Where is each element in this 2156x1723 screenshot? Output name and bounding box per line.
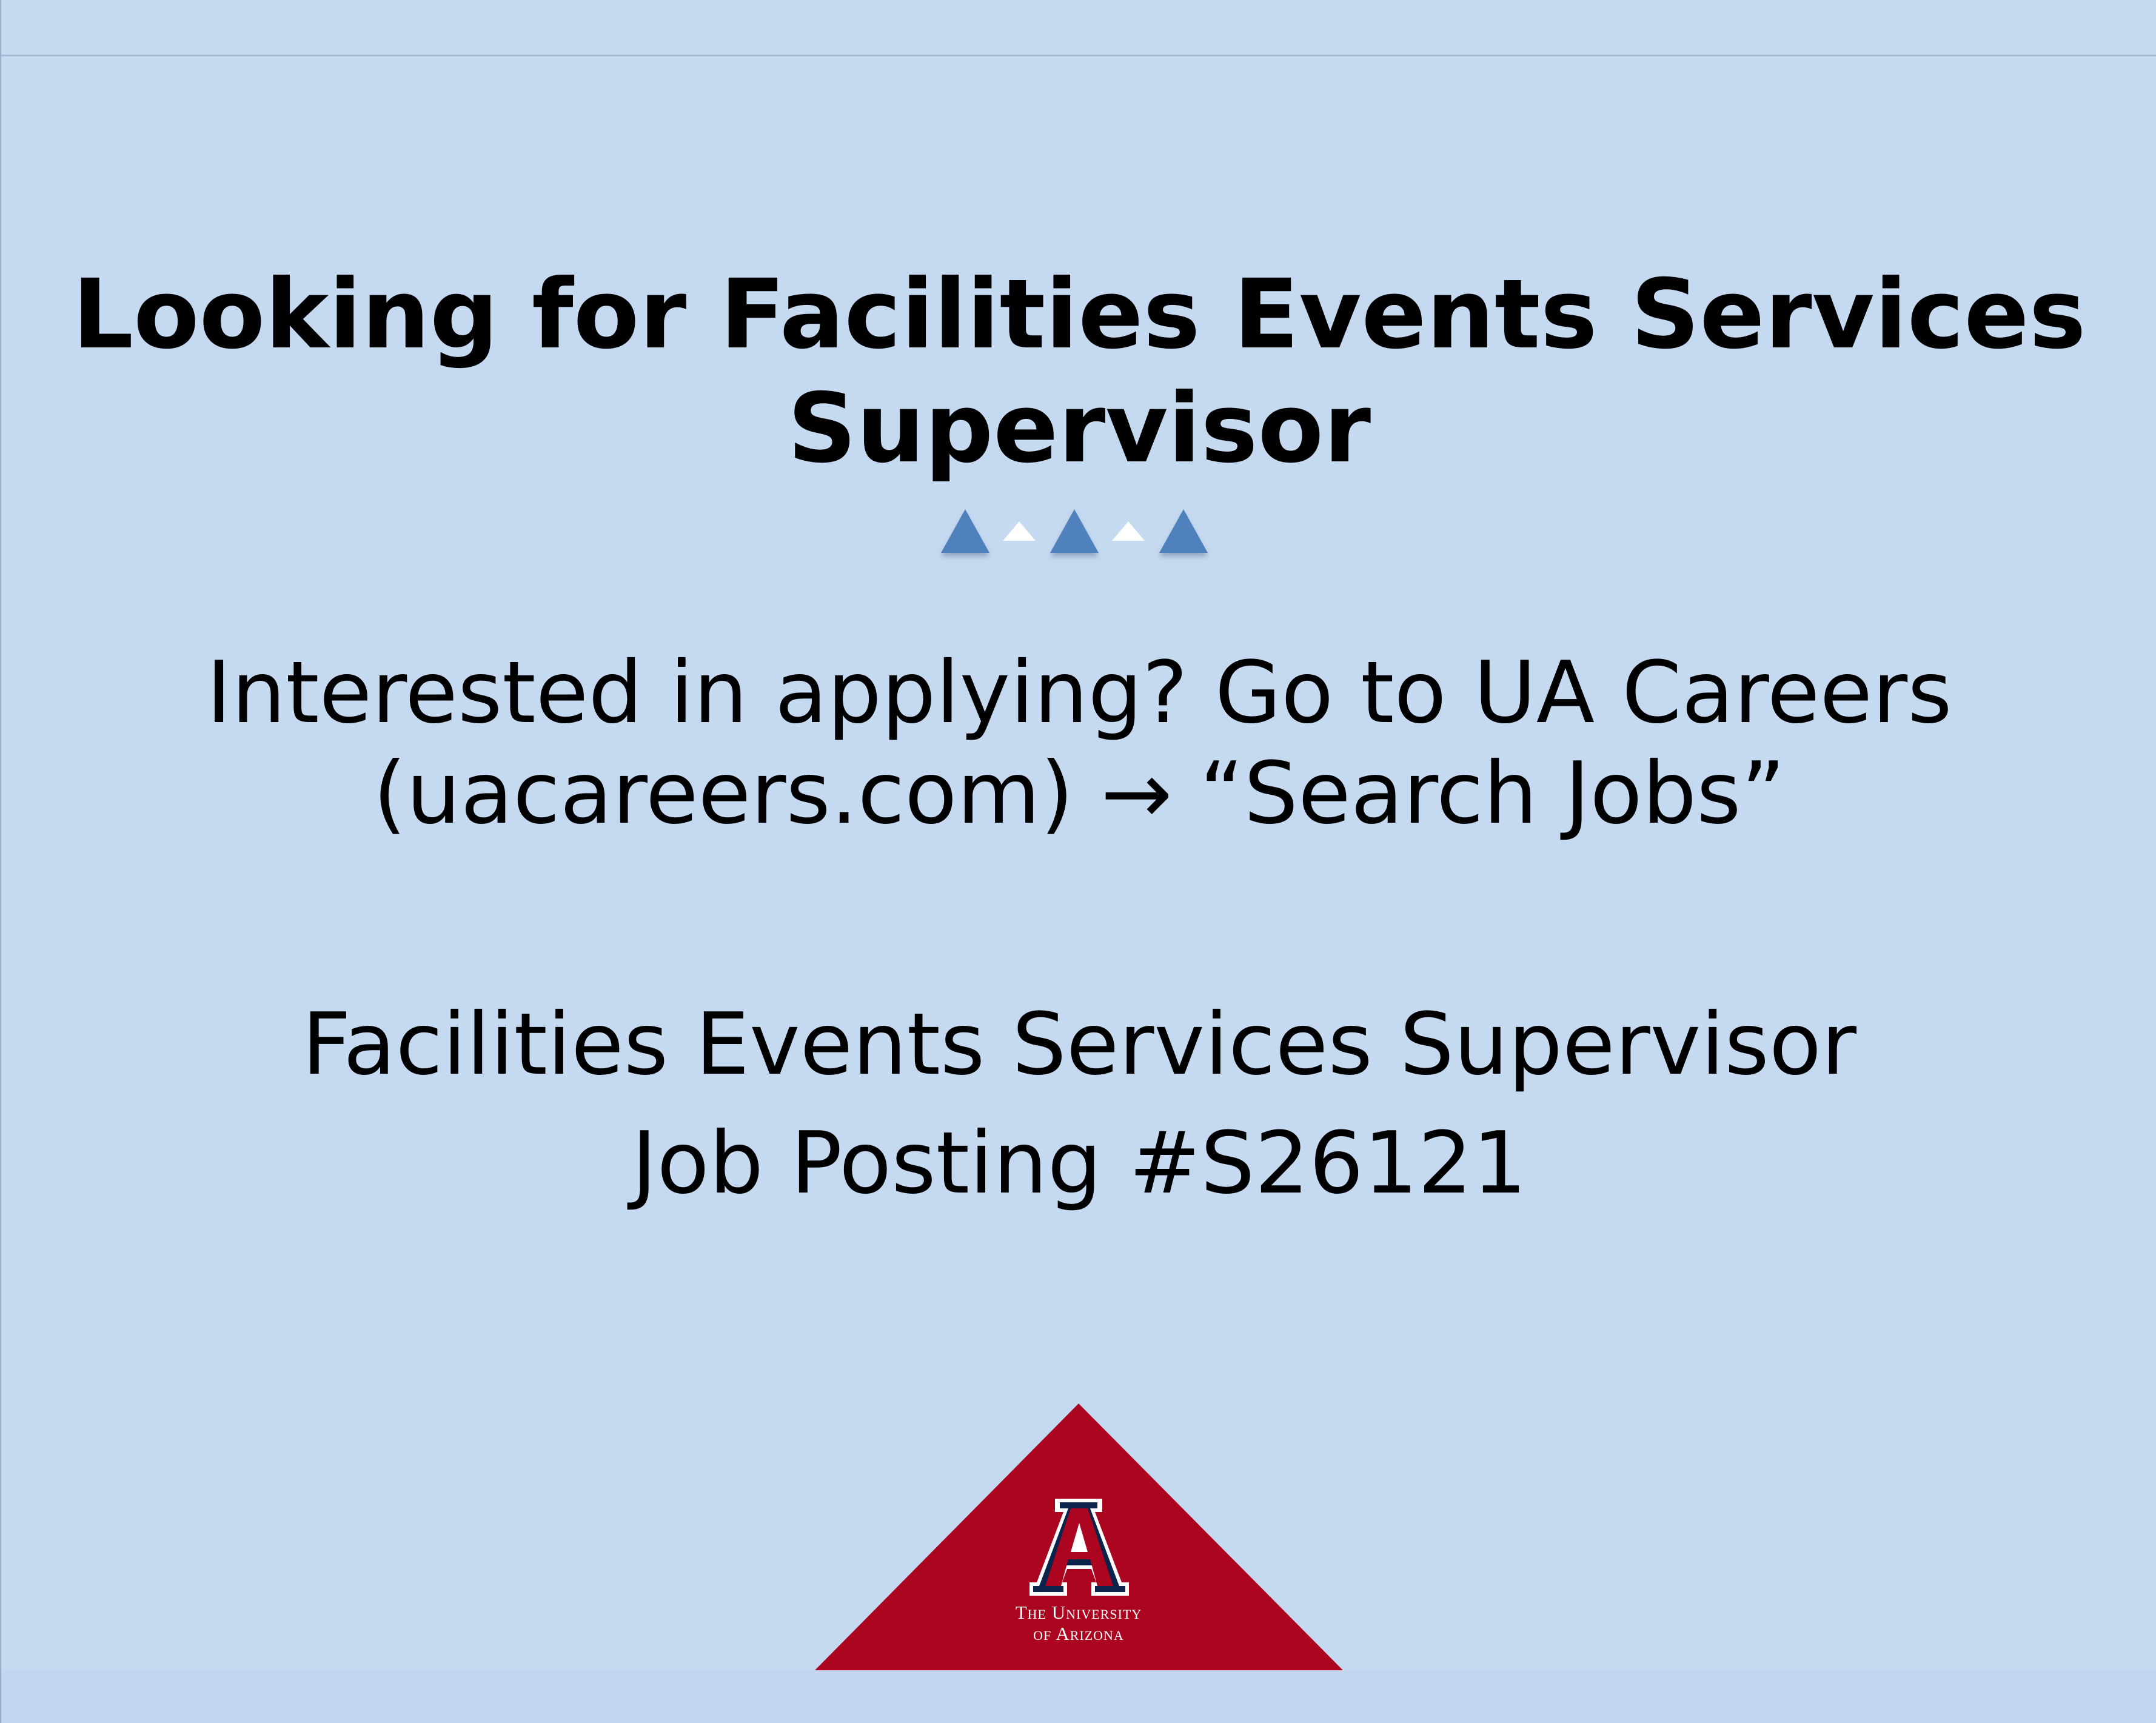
apply-line-1: Interested in applying? Go to UA Careers	[206, 643, 1952, 743]
triangle-icon	[1112, 521, 1145, 541]
triangle-icon	[1050, 509, 1099, 553]
bottom-band	[1, 1670, 2156, 1723]
slide-title: Looking for Facilities Events Services S…	[1, 258, 2156, 486]
title-line-2: Supervisor	[787, 373, 1371, 484]
posting-title: Facilities Events Services Supervisor	[301, 995, 1857, 1094]
slide: Looking for Facilities Events Services S…	[0, 0, 2156, 1723]
logo-wordmark-line-2: of Arizona	[1033, 1623, 1124, 1644]
university-logo: The University of Arizona	[814, 1403, 1344, 1671]
triangle-icon	[941, 509, 989, 553]
job-posting: Facilities Events Services Supervisor Jo…	[1, 985, 2156, 1223]
triangle-icon	[1003, 521, 1036, 541]
posting-number: Job Posting #S26121	[631, 1114, 1527, 1213]
title-line-1: Looking for Facilities Events Services	[72, 259, 2086, 370]
triangle-icon	[1159, 509, 1208, 553]
logo-wordmark-line-1: The University	[1016, 1602, 1142, 1623]
apply-line-2: (uacareers.com) → “Search Jobs”	[373, 744, 1786, 843]
top-divider	[1, 55, 2156, 56]
apply-instructions: Interested in applying? Go to UA Careers…	[1, 643, 2156, 844]
triangle-divider-ornament	[935, 503, 1220, 564]
